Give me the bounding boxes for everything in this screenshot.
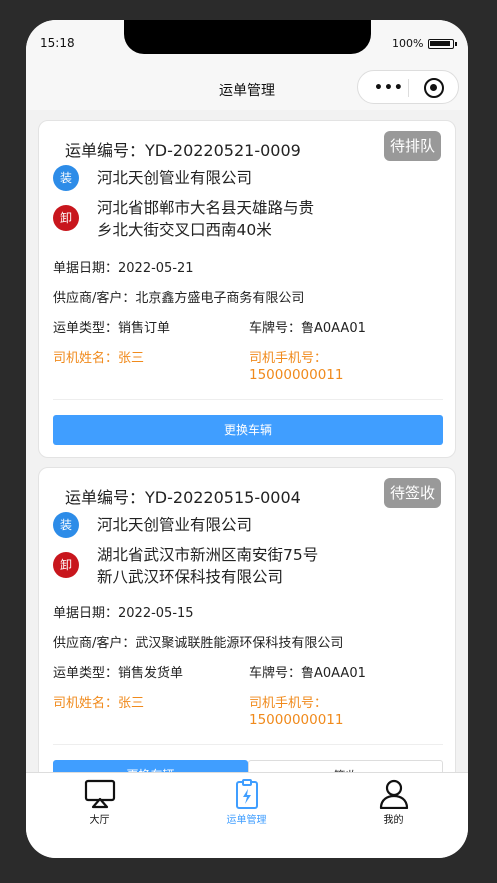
close-mini-program-icon[interactable]: [424, 78, 444, 98]
unload-address-line2: 新八武汉环保科技有限公司: [97, 568, 284, 586]
supplier: 供应商/客户：武汉聚诚联胜能源环保科技有限公司: [53, 636, 344, 651]
order-type: 运单类型：销售订单: [53, 321, 171, 336]
status-time: 15:18: [40, 36, 75, 50]
driver-phone: 15000000011: [249, 367, 344, 383]
plate-number: 车牌号：鲁A0AA01: [249, 666, 366, 681]
clipboard-icon: [236, 779, 258, 809]
supplier: 供应商/客户：北京鑫方盛电子商务有限公司: [53, 291, 305, 306]
more-icon[interactable]: •••: [374, 80, 404, 96]
tab-waybill[interactable]: 运单管理: [173, 773, 320, 833]
order-number-value: YD-20220521-0009: [145, 141, 301, 160]
unload-icon: 卸: [53, 552, 79, 578]
order-card[interactable]: 运单编号：YD-20220515-0004 待签收 装 河北天创管业有限公司 卸…: [38, 467, 456, 772]
airplay-icon: [84, 779, 116, 809]
plate-number: 车牌号：鲁A0AA01: [249, 321, 366, 336]
driver-phone: 15000000011: [249, 712, 344, 728]
order-number-value: YD-20220515-0004: [145, 488, 301, 507]
load-icon: 装: [53, 512, 79, 538]
tab-label: 运单管理: [226, 815, 267, 826]
doc-date: 单据日期：2022-05-15: [53, 606, 194, 621]
driver-name: 司机姓名：张三: [53, 351, 145, 366]
load-company: 河北天创管业有限公司: [97, 516, 253, 534]
order-number: 运单编号：YD-20220515-0004: [65, 484, 301, 508]
unload-address-line1: 湖北省武汉市新洲区南安街75号: [97, 546, 319, 564]
unload-icon: 卸: [53, 205, 79, 231]
divider: [53, 744, 443, 745]
order-number-label: 运单编号：: [65, 141, 146, 160]
unload-address-line2: 乡北大街交叉口西南40米: [97, 221, 272, 239]
tab-hall[interactable]: 大厅: [26, 773, 173, 833]
load-icon: 装: [53, 165, 79, 191]
phone-screen: 15:18 100% 运单管理 ••• 运单编号：YD-20220521-000…: [26, 20, 468, 858]
driver-name: 司机姓名：张三: [53, 696, 145, 711]
capsule-divider: [408, 79, 409, 97]
mini-program-capsule: •••: [357, 70, 459, 104]
doc-date: 单据日期：2022-05-21: [53, 261, 194, 276]
battery-icon: [428, 39, 457, 49]
order-card[interactable]: 运单编号：YD-20220521-0009 待排队 装 河北天创管业有限公司 卸…: [38, 120, 456, 458]
load-company: 河北天创管业有限公司: [97, 169, 253, 187]
status-badge: 待签收: [383, 478, 441, 508]
notch: [124, 20, 371, 54]
tab-label: 大厅: [89, 815, 110, 826]
nav-bar: 运单管理 •••: [26, 68, 468, 110]
tab-bar: 大厅 运单管理 我的: [26, 772, 468, 858]
status-bar: 15:18 100%: [26, 20, 468, 68]
unload-address-line1: 河北省邯郸市大名县天雄路与贵: [97, 199, 315, 217]
status-badge: 待排队: [383, 131, 441, 161]
battery-percent: 100%: [392, 37, 424, 50]
tab-label: 我的: [383, 815, 404, 826]
divider: [53, 399, 443, 400]
order-number-label: 运单编号：: [65, 488, 146, 507]
user-icon: [379, 779, 409, 809]
change-vehicle-button[interactable]: 更换车辆: [53, 760, 248, 772]
driver-phone-label: 司机手机号：: [249, 696, 328, 711]
tab-mine[interactable]: 我的: [320, 773, 467, 833]
order-list: 运单编号：YD-20220521-0009 待排队 装 河北天创管业有限公司 卸…: [26, 112, 468, 772]
order-number: 运单编号：YD-20220521-0009: [65, 137, 301, 161]
order-type: 运单类型：销售发货单: [53, 666, 184, 681]
driver-phone-label: 司机手机号：: [249, 351, 328, 366]
change-vehicle-button[interactable]: 更换车辆: [53, 415, 443, 445]
sign-button[interactable]: 签收: [248, 760, 443, 772]
